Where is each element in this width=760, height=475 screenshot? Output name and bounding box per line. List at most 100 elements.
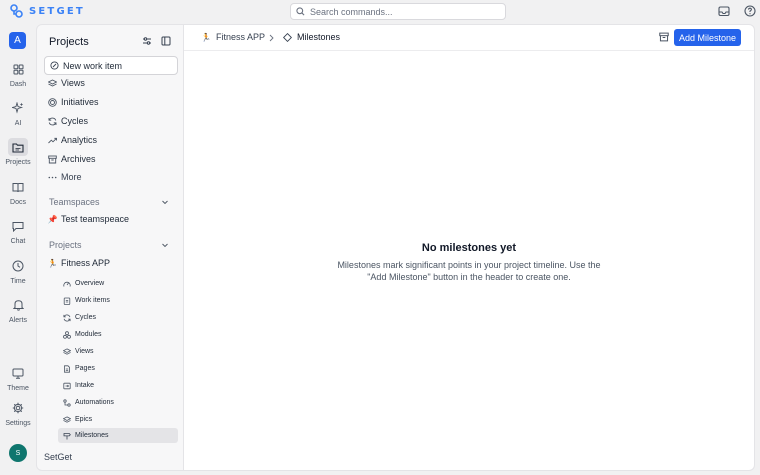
teamspace-item[interactable]: 📌 Test teamspeace (47, 214, 130, 224)
sub-label: Milestones (75, 432, 109, 439)
layers-icon (48, 78, 57, 88)
project-item-work-items[interactable]: Work items (58, 293, 178, 308)
nav-item-analytics[interactable]: Analytics (48, 135, 97, 145)
nav-label: Archives (61, 154, 96, 164)
inbox-icon[interactable] (718, 5, 730, 17)
rail-item-alerts[interactable]: Alerts (0, 296, 36, 324)
intake-icon (63, 382, 71, 390)
new-work-item-button[interactable]: New work item (44, 56, 178, 75)
project-fitness-app[interactable]: 🏃 Fitness APP (47, 258, 111, 268)
nav-item-views[interactable]: Views (48, 78, 85, 88)
workspace-avatar[interactable]: A (9, 32, 26, 49)
chevron-down-icon[interactable] (161, 198, 169, 206)
edit-icon (50, 61, 59, 70)
nav-label: More (61, 172, 82, 182)
rail-label: Settings (5, 420, 31, 427)
refresh-icon (48, 117, 57, 126)
project-item-epics[interactable]: Epics (58, 412, 178, 427)
runner-icon: 🏃 (201, 32, 211, 42)
project-item-views[interactable]: Views (58, 344, 178, 359)
sub-label: Overview (75, 280, 105, 287)
chat-icon (12, 221, 24, 232)
empty-state-description: Milestones mark significant points in yo… (337, 260, 601, 282)
nav-item-cycles[interactable]: Cycles (48, 116, 88, 126)
project-item-overview[interactable]: Overview (58, 276, 178, 291)
rail-label: Dash (9, 81, 27, 88)
rail-item-docs[interactable]: Docs (0, 178, 36, 206)
layers-icon (63, 415, 71, 424)
rail-label: Time (10, 278, 26, 285)
runner-icon: 🏃 (47, 258, 58, 268)
collapse-sidebar-icon[interactable] (161, 36, 171, 46)
rail-item-ai[interactable]: AI (0, 99, 36, 127)
breadcrumb-project-label: Fitness APP (215, 32, 265, 42)
project-item-modules[interactable]: Modules (58, 327, 178, 342)
breadcrumb-current-label: Milestones (297, 32, 341, 42)
logo-icon (10, 4, 23, 18)
archive-icon[interactable] (659, 32, 669, 42)
page-icon (63, 364, 71, 373)
sub-label: Work items (75, 297, 110, 304)
top-bar: SETGET (0, 0, 760, 24)
clock-icon (12, 260, 24, 272)
main-content: 🏃 Fitness APP Milestones Add Milestone N… (184, 24, 755, 471)
rail-label: Projects (5, 159, 31, 166)
rail-item-chat[interactable]: Chat (0, 217, 36, 245)
user-avatar[interactable]: S (9, 444, 27, 462)
breadcrumb-current: Milestones (283, 32, 340, 42)
rail-item-projects[interactable]: Projects (0, 138, 36, 166)
rail-label: Theme (7, 385, 29, 392)
nav-item-initiatives[interactable]: Initiatives (48, 97, 99, 107)
nav-label: Initiatives (61, 97, 99, 107)
filter-settings-icon[interactable] (142, 36, 152, 46)
target-icon (48, 97, 57, 107)
rail-item-settings[interactable]: Settings (0, 399, 36, 427)
sidebar-footer: SetGet (44, 452, 73, 462)
project-item-pages[interactable]: Pages (58, 361, 178, 376)
help-icon[interactable] (744, 5, 756, 17)
refresh-icon (63, 314, 71, 322)
icon-rail: A Dash AI Projects Docs Chat Time Alerts… (0, 24, 36, 475)
rail-label: Alerts (9, 317, 27, 324)
rail-item-time[interactable]: Time (0, 257, 36, 285)
sub-label: Automations (75, 399, 114, 406)
sub-label: Modules (75, 331, 102, 338)
search-icon (296, 7, 305, 16)
rail-item-theme[interactable]: Theme (0, 364, 36, 392)
nav-item-more[interactable]: More (48, 172, 82, 182)
add-milestone-button[interactable]: Add Milestone (673, 29, 741, 46)
rail-item-dash[interactable]: Dash (0, 60, 36, 88)
rail-label: Chat (10, 238, 26, 245)
modules-icon (63, 330, 71, 339)
chevron-right-icon (268, 34, 275, 42)
sub-label: Views (75, 348, 94, 355)
command-search[interactable] (290, 3, 506, 20)
teamspaces-section-label[interactable]: Teamspaces (49, 197, 100, 207)
clipboard-icon (63, 297, 71, 305)
search-input[interactable] (310, 6, 490, 17)
nav-item-archives[interactable]: Archives (48, 154, 96, 164)
rail-label: AI (14, 120, 22, 127)
pushpin-icon: 📌 (47, 214, 58, 224)
app-logo[interactable]: SETGET (10, 4, 85, 18)
project-item-intake[interactable]: Intake (58, 378, 178, 393)
trend-icon (48, 136, 57, 145)
project-item-milestones[interactable]: Milestones (58, 428, 178, 443)
signpost-icon (63, 432, 71, 440)
project-label: Fitness APP (61, 258, 111, 268)
breadcrumb-project[interactable]: 🏃 Fitness APP (201, 32, 265, 42)
sub-label: Pages (75, 365, 95, 372)
project-item-automations[interactable]: Automations (58, 395, 178, 410)
projects-section-label[interactable]: Projects (49, 240, 82, 250)
chevron-down-icon[interactable] (161, 241, 169, 249)
project-item-cycles[interactable]: Cycles (58, 310, 178, 325)
bell-icon (12, 299, 24, 311)
layers-icon (63, 347, 71, 356)
folder-icon (12, 142, 24, 153)
sparkle-icon (12, 102, 24, 114)
gauge-icon (63, 280, 71, 288)
new-work-item-label: New work item (63, 60, 123, 71)
book-icon (12, 182, 24, 193)
ellipsis-icon (48, 173, 57, 182)
automation-icon (63, 398, 71, 407)
